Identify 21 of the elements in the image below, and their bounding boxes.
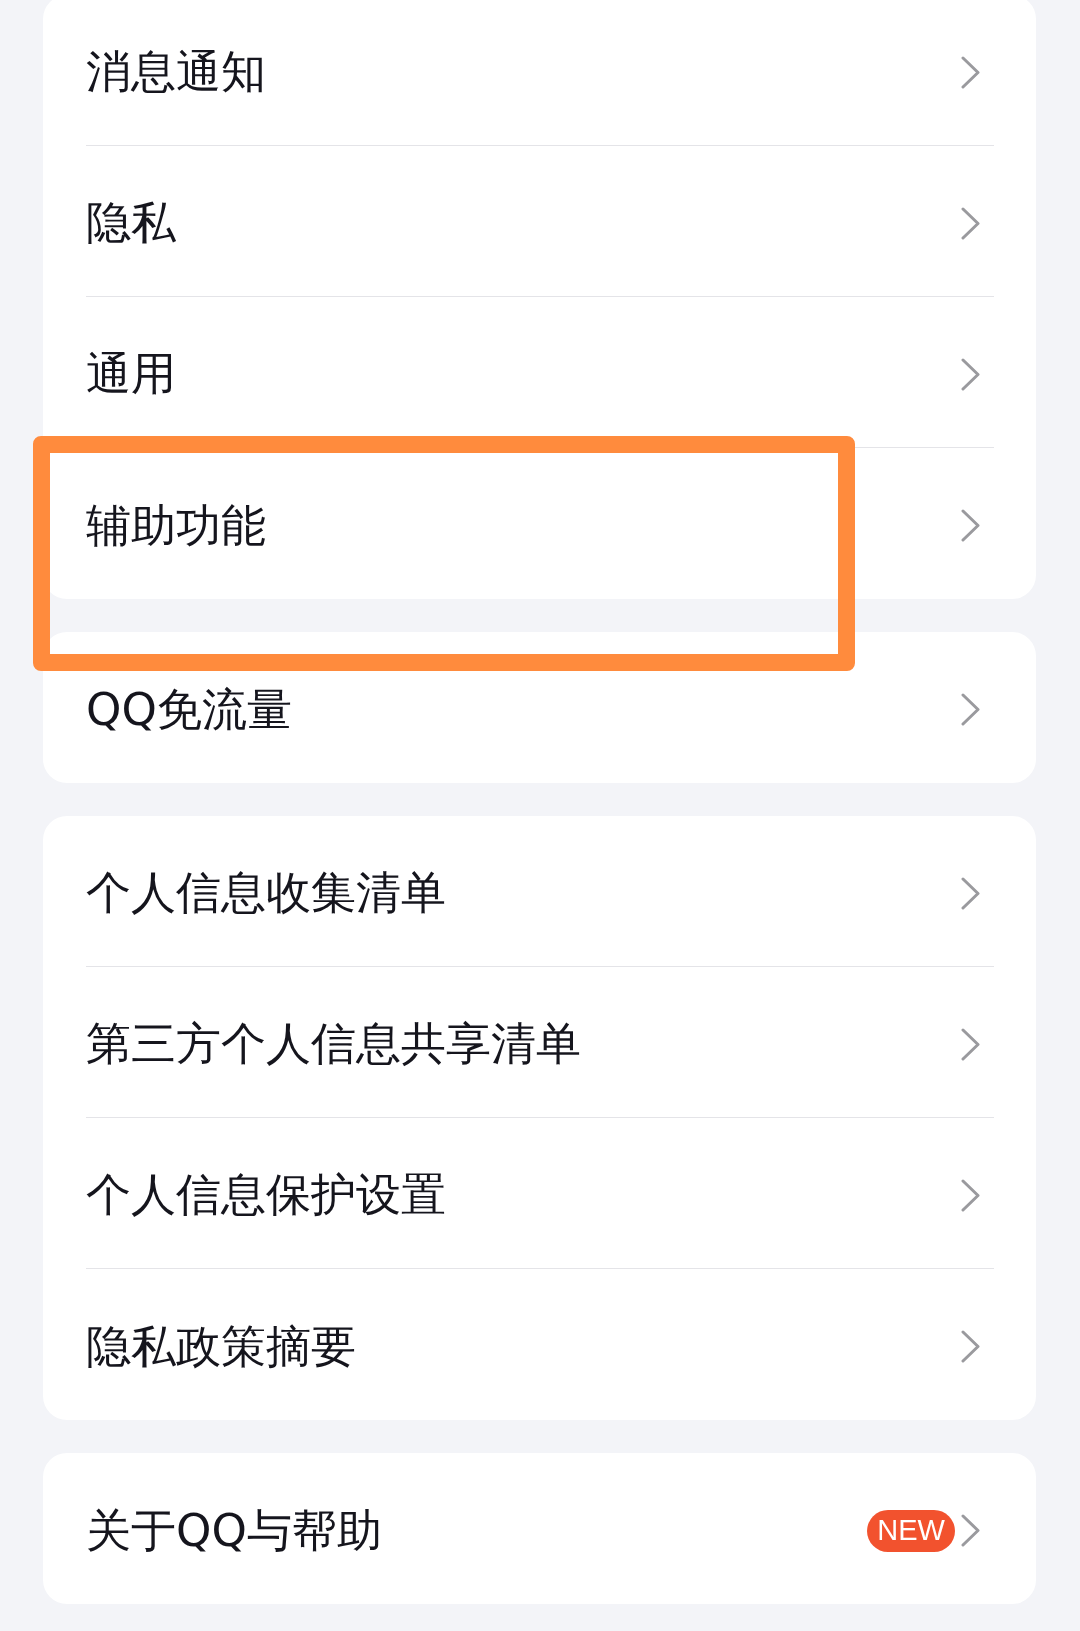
chevron-right-icon — [961, 1027, 981, 1061]
chevron-right-icon — [961, 357, 981, 391]
settings-menu-item[interactable]: 隐私 — [86, 146, 994, 297]
settings-menu-item[interactable]: 消息通知 — [86, 0, 994, 146]
chevron-right-icon — [961, 55, 981, 89]
chevron-right-icon — [961, 693, 981, 726]
settings-menu-item[interactable]: 隐私政策摘要 — [86, 1269, 994, 1420]
settings-menu-item[interactable]: 个人信息收集清单 — [86, 816, 994, 967]
new-badge: NEW — [867, 1509, 955, 1552]
settings-menu-item[interactable]: 个人信息保护设置 — [86, 1118, 994, 1269]
chevron-right-icon — [961, 509, 981, 542]
settings-menu-item[interactable]: 关于QQ与帮助 NEW — [86, 1453, 994, 1604]
chevron-right-icon — [961, 1178, 981, 1212]
settings-menu-item[interactable]: QQ免流量 — [86, 632, 994, 783]
settings-menu-item[interactable]: 通用 — [86, 297, 994, 448]
chevron-right-icon — [961, 876, 981, 910]
chevron-right-icon — [961, 1330, 981, 1363]
chevron-right-icon — [961, 1514, 981, 1547]
settings-menu-item[interactable]: 第三方个人信息共享清单 — [86, 967, 994, 1118]
settings-menu-item[interactable]: 辅助功能 — [86, 448, 994, 599]
chevron-right-icon — [961, 206, 981, 240]
